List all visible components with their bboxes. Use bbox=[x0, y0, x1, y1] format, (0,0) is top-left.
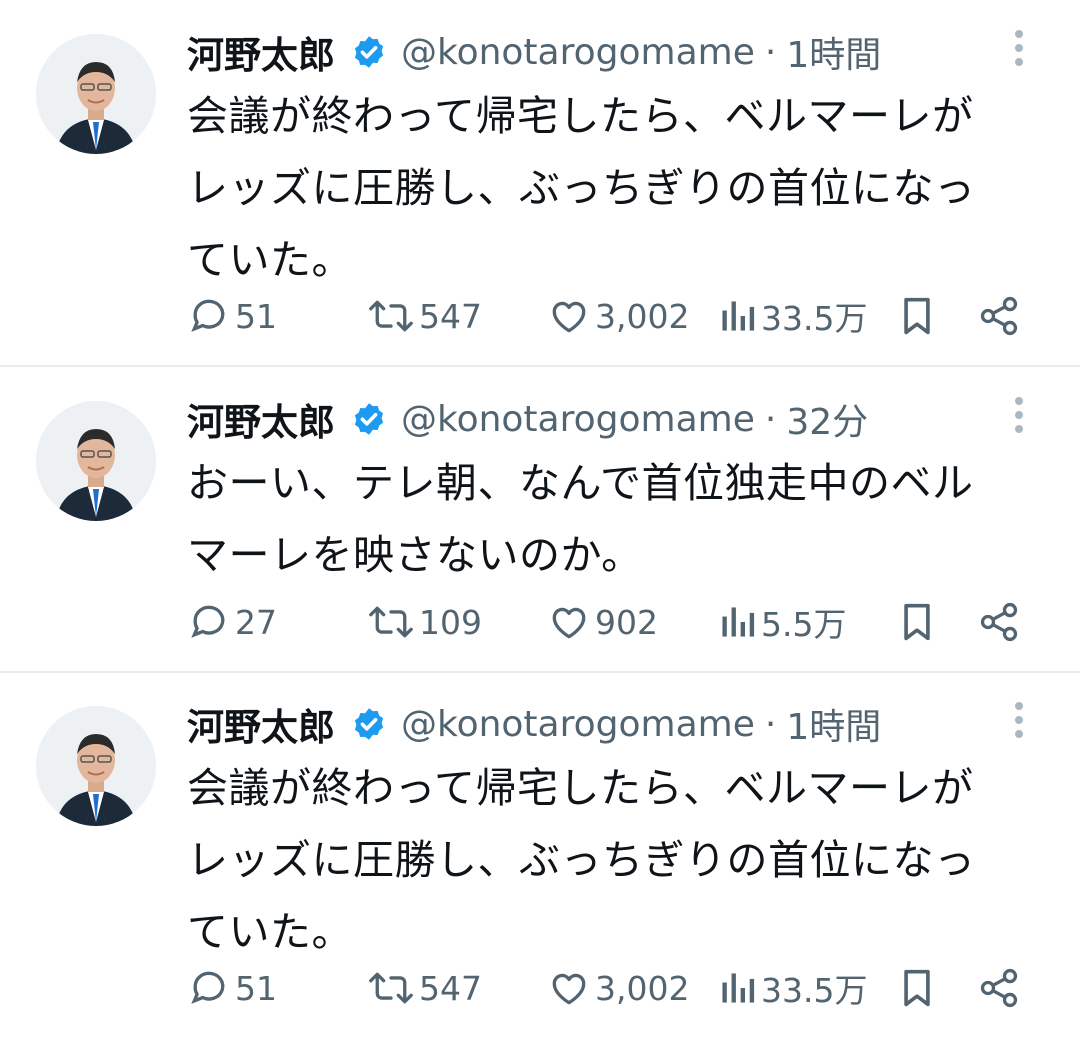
more-icon[interactable] bbox=[1004, 393, 1034, 445]
reply-icon bbox=[191, 605, 225, 638]
bookmark-button[interactable] bbox=[897, 592, 937, 652]
verified-badge-icon bbox=[354, 708, 384, 740]
share-button[interactable] bbox=[977, 286, 1021, 346]
reply-icon bbox=[191, 299, 225, 332]
like-icon bbox=[552, 973, 586, 1005]
retweet-icon bbox=[369, 606, 413, 638]
separator-dot: · bbox=[764, 398, 777, 440]
share-icon bbox=[980, 968, 1018, 1008]
reply-count: 51 bbox=[235, 296, 277, 336]
handle[interactable]: @konotarogomame bbox=[401, 704, 755, 745]
handle[interactable]: @konotarogomame bbox=[401, 32, 755, 73]
retweet-icon bbox=[369, 300, 413, 332]
timestamp[interactable]: 1時間 bbox=[786, 698, 881, 750]
display-name[interactable]: 河野太郎 bbox=[187, 392, 335, 446]
tweet-text-line: 会議が終わって帰宅したら、ベルマーレが bbox=[187, 764, 974, 812]
reply-count: 51 bbox=[235, 968, 277, 1008]
retweet-button[interactable]: 109 bbox=[367, 592, 482, 652]
like-button[interactable]: 3,002 bbox=[547, 286, 689, 346]
action-bar: 27 109 902 5.5万 bbox=[187, 592, 1037, 652]
bookmark-icon bbox=[904, 297, 930, 335]
bookmark-icon bbox=[904, 603, 930, 641]
tweet-header: 河野太郎 @konotarogomame · 32分 bbox=[187, 389, 970, 449]
tweet-text: 会議が終わって帰宅したら、ベルマーレが レッズに圧勝し、ぶっちぎりの首位になっ … bbox=[187, 752, 1017, 968]
tweet-text: 会議が終わって帰宅したら、ベルマーレが レッズに圧勝し、ぶっちぎりの首位になっ … bbox=[187, 80, 1017, 296]
views-icon bbox=[722, 607, 755, 637]
views-button[interactable]: 5.5万 bbox=[717, 592, 846, 652]
views-icon bbox=[722, 973, 755, 1003]
like-count: 3,002 bbox=[595, 296, 690, 336]
more-icon[interactable] bbox=[1004, 26, 1034, 78]
more-icon[interactable] bbox=[1004, 698, 1034, 750]
avatar-photo-icon bbox=[36, 401, 156, 521]
tweet-text-line: レッズに圧勝し、ぶっちぎりの首位になっ bbox=[187, 164, 976, 212]
tweet-text-line: マーレを映さないのか。 bbox=[187, 531, 643, 579]
verified-badge-icon bbox=[354, 36, 384, 68]
timestamp[interactable]: 1時間 bbox=[786, 26, 881, 78]
like-icon bbox=[552, 301, 586, 333]
avatar[interactable] bbox=[36, 401, 156, 521]
reply-button[interactable]: 51 bbox=[187, 286, 277, 346]
display-name[interactable]: 河野太郎 bbox=[187, 697, 335, 751]
share-button[interactable] bbox=[977, 592, 1021, 652]
avatar[interactable] bbox=[36, 706, 156, 826]
like-button[interactable]: 3,002 bbox=[547, 958, 689, 1018]
retweet-icon bbox=[369, 972, 413, 1004]
divider bbox=[0, 365, 1080, 367]
verified-badge-icon bbox=[354, 403, 384, 435]
bookmark-button[interactable] bbox=[897, 286, 937, 346]
share-button[interactable] bbox=[977, 958, 1021, 1018]
retweet-button[interactable]: 547 bbox=[367, 958, 482, 1018]
separator-dot: · bbox=[764, 31, 777, 73]
tweet-header: 河野太郎 @konotarogomame · 1時間 bbox=[187, 694, 970, 754]
avatar-photo-icon bbox=[36, 34, 156, 154]
view-count: 33.5万 bbox=[761, 299, 868, 338]
like-button[interactable]: 902 bbox=[547, 592, 658, 652]
reply-count: 27 bbox=[235, 602, 277, 642]
retweet-button[interactable]: 547 bbox=[367, 286, 482, 346]
reply-button[interactable]: 27 bbox=[187, 592, 277, 652]
like-icon bbox=[552, 607, 586, 639]
views-button[interactable]: 33.5万 bbox=[717, 286, 867, 346]
like-count: 902 bbox=[595, 602, 658, 642]
bookmark-button[interactable] bbox=[897, 958, 937, 1018]
tweet-text-line: 会議が終わって帰宅したら、ベルマーレが bbox=[187, 92, 974, 140]
timestamp[interactable]: 32分 bbox=[786, 393, 868, 445]
tweet-text-line: レッズに圧勝し、ぶっちぎりの首位になっ bbox=[187, 836, 976, 884]
avatar[interactable] bbox=[36, 34, 156, 154]
action-bar: 51 547 3,002 33.5万 bbox=[187, 958, 1037, 1018]
retweet-count: 547 bbox=[419, 296, 482, 336]
avatar-photo-icon bbox=[36, 706, 156, 826]
tweet-header: 河野太郎 @konotarogomame · 1時間 bbox=[187, 22, 970, 82]
share-icon bbox=[980, 602, 1018, 642]
divider bbox=[0, 671, 1080, 673]
view-count: 5.5万 bbox=[761, 605, 847, 644]
display-name[interactable]: 河野太郎 bbox=[187, 25, 335, 79]
separator-dot: · bbox=[764, 703, 777, 745]
views-button[interactable]: 33.5万 bbox=[717, 958, 867, 1018]
retweet-count: 547 bbox=[419, 968, 482, 1008]
view-count: 33.5万 bbox=[761, 971, 868, 1010]
like-count: 3,002 bbox=[595, 968, 690, 1008]
action-bar: 51 547 3,002 33.5万 bbox=[187, 286, 1037, 346]
handle[interactable]: @konotarogomame bbox=[401, 399, 755, 440]
bookmark-icon bbox=[904, 969, 930, 1007]
tweet-text-line: おーい、テレ朝、なんで首位独走中のベル bbox=[187, 459, 974, 507]
share-icon bbox=[980, 296, 1018, 336]
reply-icon bbox=[191, 971, 225, 1004]
reply-button[interactable]: 51 bbox=[187, 958, 277, 1018]
views-icon bbox=[722, 301, 755, 331]
retweet-count: 109 bbox=[419, 602, 482, 642]
tweet-text: おーい、テレ朝、なんで首位独走中のベル マーレを映さないのか。 bbox=[187, 447, 1017, 591]
